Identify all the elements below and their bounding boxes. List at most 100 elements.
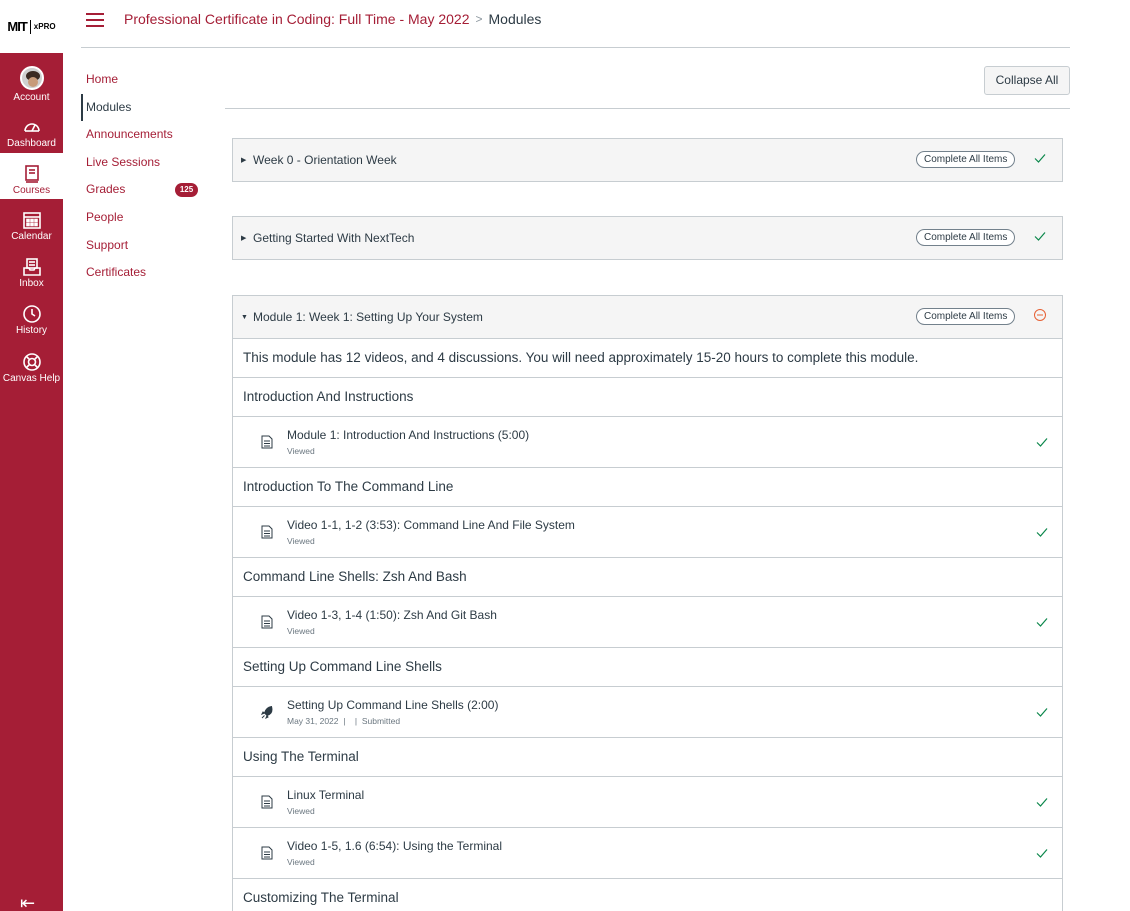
global-nav-label: History [15,325,48,336]
page-icon [261,795,273,809]
course-nav-certificates[interactable]: Certificates [81,259,211,287]
checkmark-icon [1034,232,1046,241]
checkmark-icon [1036,798,1048,807]
item-title-link[interactable]: Setting Up Command Line Shells (2:00) [287,698,498,712]
logo-xpro-text: xPRO [33,22,56,31]
item-status: Viewed [287,536,315,546]
calendar-icon [22,212,41,229]
item-title-link[interactable]: Video 1-5, 1.6 (6:54): Using the Termina… [287,839,502,853]
module-title: Getting Started With NextTech [253,231,415,245]
page-icon [261,615,273,629]
checkmark-icon [1036,849,1048,858]
header-divider [81,47,1070,48]
page-icon [261,435,273,449]
module-getting-started: ▶ Getting Started With NextTech Complete… [232,216,1063,260]
collapse-nav-icon[interactable]: ⇤ [20,894,35,911]
app-root: MIT xPRO Account Dashboard Courses Calen… [0,0,1130,911]
grades-count-badge: 125 [175,183,198,198]
section-header: Customizing The Terminal [233,878,1062,911]
global-nav-label: Canvas Help [2,373,61,384]
module-item[interactable]: Video 1-3, 1-4 (1:50): Zsh And Git Bash … [233,596,1062,647]
section-header: Setting Up Command Line Shells [233,647,1062,686]
global-nav-label: Calendar [11,231,52,242]
module-title: Module 1: Week 1: Setting Up Your System [253,310,483,324]
global-nav-account[interactable]: Account [0,60,63,106]
item-title-link[interactable]: Video 1-1, 1-2 (3:53): Command Line And … [287,518,575,532]
course-nav: Home Modules Announcements Live Sessions… [81,66,211,287]
expand-triangle-icon: ▶ [241,157,247,164]
section-header: Command Line Shells: Zsh And Bash [233,557,1062,596]
global-nav-history[interactable]: History [0,293,63,339]
course-nav-people[interactable]: People [81,204,211,232]
mit-xpro-logo[interactable]: MIT xPRO [0,0,63,53]
module-item[interactable]: Module 1: Introduction And Instructions … [233,416,1062,467]
assignment-rocket-icon [261,705,273,719]
module-item[interactable]: Video 1-1, 1-2 (3:53): Command Line And … [233,506,1062,557]
help-icon [22,353,41,371]
module-header[interactable]: ▼ Module 1: Week 1: Setting Up Your Syst… [233,296,1062,338]
module-item[interactable]: Video 1-5, 1.6 (6:54): Using the Termina… [233,827,1062,878]
page-icon [261,846,273,860]
checkmark-icon [1034,154,1046,163]
history-icon [22,305,41,323]
item-status: Viewed [287,806,315,816]
collapse-triangle-icon: ▼ [241,313,248,321]
complete-all-items-button[interactable]: Complete All Items [916,151,1016,168]
logo-divider [29,19,31,34]
item-title-link[interactable]: Linux Terminal [287,788,364,802]
complete-all-items-button[interactable]: Complete All Items [916,308,1016,325]
dashboard-icon [23,123,40,132]
global-nav-label: Account [13,92,50,103]
course-nav-grades[interactable]: Grades 125 [81,176,211,204]
breadcrumb: Professional Certificate in Coding: Full… [124,11,541,27]
checkmark-icon [1036,708,1048,717]
global-nav-dashboard[interactable]: Dashboard [0,106,63,152]
global-nav-label: Courses [12,185,51,196]
module-item[interactable]: Setting Up Command Line Shells (2:00) Ma… [233,686,1062,737]
section-header: Using The Terminal [233,737,1062,776]
course-nav-announcements[interactable]: Announcements [81,121,211,149]
item-title-link[interactable]: Video 1-3, 1-4 (1:50): Zsh And Git Bash [287,608,497,622]
avatar [19,66,44,90]
item-due-date-status: May 31, 2022 | | Submitted [287,716,401,726]
logo-mit-text: MIT [7,19,27,34]
toolbar-divider [225,108,1070,109]
global-nav-calendar[interactable]: Calendar [0,199,63,245]
global-nav-label: Inbox [19,278,44,289]
global-nav-label: Dashboard [7,138,56,149]
course-nav-home[interactable]: Home [81,66,211,94]
hamburger-menu-icon[interactable] [86,13,104,27]
collapse-all-button[interactable]: Collapse All [984,66,1070,95]
module-week-1: ▼ Module 1: Week 1: Setting Up Your Syst… [232,295,1063,911]
global-nav-help[interactable]: Canvas Help [0,341,63,387]
module-week-0: ▶ Week 0 - Orientation Week Complete All… [232,138,1063,182]
item-status: Viewed [287,626,315,636]
courses-icon [24,165,39,183]
section-header: Introduction To The Command Line [233,467,1062,506]
module-description: This module has 12 videos, and 4 discuss… [233,338,1062,377]
checkmark-icon [1036,528,1048,537]
module-item[interactable]: Linux Terminal Viewed [233,776,1062,827]
item-title-link[interactable]: Module 1: Introduction And Instructions … [287,428,529,442]
course-nav-support[interactable]: Support [81,232,211,260]
inbox-icon [22,258,41,276]
item-status: Viewed [287,857,315,867]
global-nav-courses[interactable]: Courses [0,153,63,199]
global-nav: MIT xPRO Account Dashboard Courses Calen… [0,0,63,911]
global-nav-inbox[interactable]: Inbox [0,246,63,292]
course-nav-live-sessions[interactable]: Live Sessions [81,149,211,177]
course-nav-modules[interactable]: Modules [81,93,211,122]
expand-triangle-icon: ▶ [241,235,247,242]
complete-all-items-button[interactable]: Complete All Items [916,229,1016,246]
breadcrumb-current-page: Modules [488,11,542,27]
module-title: Week 0 - Orientation Week [253,153,397,167]
breadcrumb-course-link[interactable]: Professional Certificate in Coding: Full… [124,11,469,27]
module-header[interactable]: ▶ Week 0 - Orientation Week Complete All… [233,139,1062,181]
section-header: Introduction And Instructions [233,377,1062,416]
module-header[interactable]: ▶ Getting Started With NextTech Complete… [233,217,1062,259]
breadcrumb-separator-icon: > [475,12,483,26]
checkmark-icon [1036,438,1048,447]
item-status: Viewed [287,446,315,456]
checkmark-icon [1036,618,1048,627]
course-nav-label: Grades [86,182,126,197]
